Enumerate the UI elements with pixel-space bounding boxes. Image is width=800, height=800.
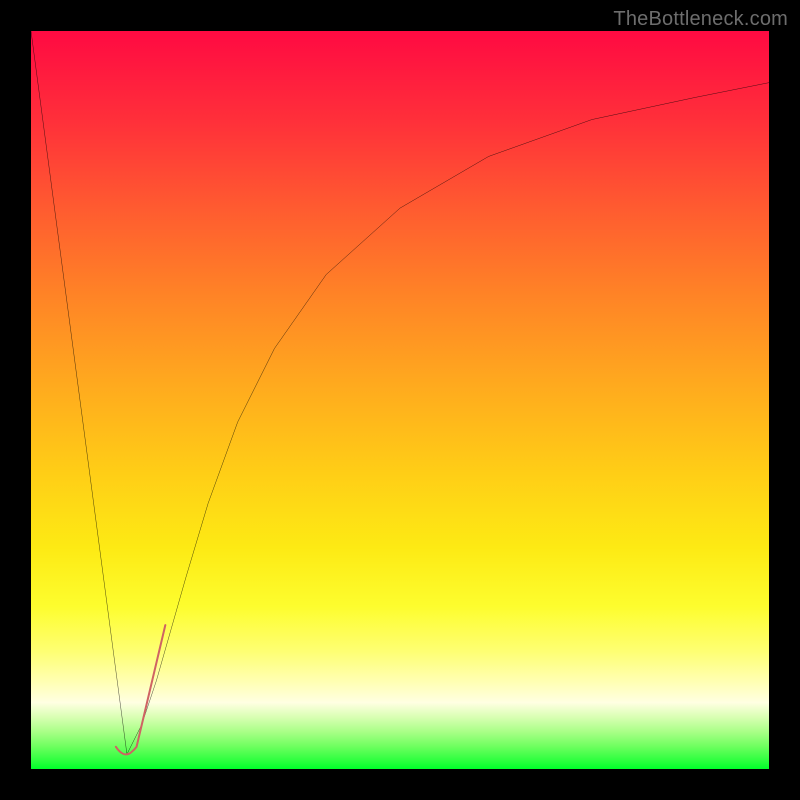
curve-overlay <box>31 31 769 769</box>
left-line <box>31 31 127 754</box>
curve-group <box>31 31 769 754</box>
accent-j-mark <box>116 625 165 754</box>
right-curve <box>127 83 769 755</box>
watermark-text: TheBottleneck.com <box>613 8 788 31</box>
chart-frame: TheBottleneck.com <box>0 0 800 800</box>
plot-area <box>31 31 769 769</box>
